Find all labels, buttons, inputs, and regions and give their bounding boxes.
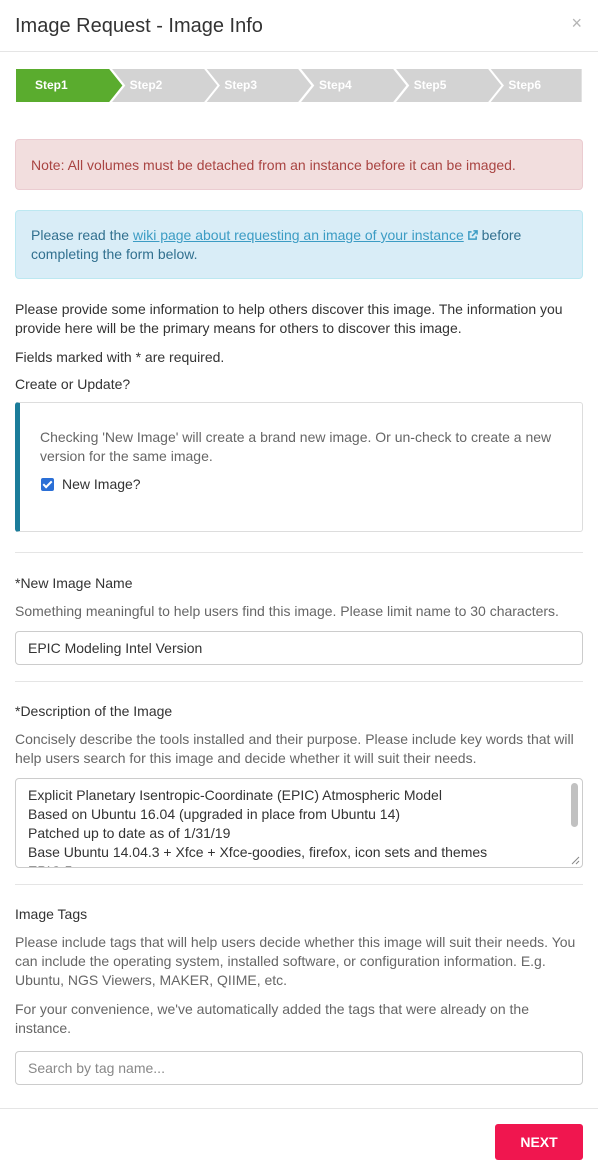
description-line: Based on Ubuntu 16.04 (upgraded in place… bbox=[28, 806, 401, 822]
external-link-icon bbox=[467, 230, 478, 240]
image-name-help: Something meaningful to help users find … bbox=[15, 603, 559, 619]
wizard-step-label: Step3 bbox=[224, 78, 258, 92]
info-prefix-text: Please read the bbox=[31, 227, 133, 243]
wizard-step-1[interactable]: Step1 bbox=[14, 67, 125, 104]
volumes-warning-text: Note: All volumes must be detached from … bbox=[31, 157, 516, 173]
description-line: Base Ubuntu 14.04.3 + Xfce + Xfce-goodie… bbox=[28, 844, 488, 860]
textarea-scrollbar[interactable] bbox=[571, 783, 578, 827]
wizard-step-label: Step6 bbox=[508, 78, 542, 92]
resize-handle-icon[interactable] bbox=[571, 856, 580, 865]
description-textarea[interactable]: Explicit Planetary Isentropic-Coordinate… bbox=[15, 778, 583, 868]
description-line: EPIC 5 bbox=[28, 862, 570, 867]
new-image-checkbox-row[interactable]: New Image? bbox=[40, 476, 562, 492]
new-image-checkbox[interactable] bbox=[41, 477, 54, 491]
image-name-input[interactable] bbox=[15, 631, 583, 665]
modal-footer-divider bbox=[0, 1108, 598, 1109]
close-icon[interactable]: × bbox=[571, 13, 582, 33]
wizard-step-label: Step5 bbox=[413, 78, 447, 92]
volumes-warning-alert: Note: All volumes must be detached from … bbox=[15, 139, 583, 190]
create-update-label: Create or Update? bbox=[15, 376, 131, 392]
wiki-page-link[interactable]: wiki page about requesting an image of y… bbox=[133, 227, 478, 243]
description-help: Concisely describe the tools installed a… bbox=[15, 731, 574, 766]
section-divider bbox=[15, 884, 583, 885]
image-name-label: *New Image Name bbox=[15, 575, 133, 591]
auto-tags-note: For your convenience, we've automaticall… bbox=[15, 1001, 529, 1036]
section-divider bbox=[15, 681, 583, 682]
wizard-step-label: Step2 bbox=[129, 78, 163, 92]
intro-paragraph: Please provide some information to help … bbox=[15, 301, 563, 336]
image-tags-help: Please include tags that will help users… bbox=[15, 934, 576, 988]
wizard-step-label: Step1 bbox=[35, 78, 68, 92]
wizard-step-label: Step4 bbox=[319, 78, 352, 92]
new-image-checkbox-label[interactable]: New Image? bbox=[62, 476, 141, 492]
description-label: *Description of the Image bbox=[15, 703, 173, 719]
wizard-steps: Step1 Step2 Step3 Step4 Step5 Step6 bbox=[14, 67, 585, 104]
wiki-info-alert: Please read the wiki page about requesti… bbox=[15, 210, 583, 279]
description-text[interactable]: Explicit Planetary Isentropic-Coordinate… bbox=[16, 779, 582, 867]
image-tags-label: Image Tags bbox=[15, 906, 88, 922]
description-line: Patched up to date as of 1/31/19 bbox=[28, 825, 231, 841]
required-fields-note: Fields marked with * are required. bbox=[15, 349, 225, 365]
wiki-link-label[interactable]: wiki page about requesting an image of y… bbox=[133, 227, 464, 243]
tag-search-input[interactable] bbox=[15, 1051, 583, 1085]
modal-title: Image Request - Image Info bbox=[15, 15, 263, 37]
create-update-help: Checking 'New Image' will create a brand… bbox=[40, 429, 552, 464]
next-button[interactable]: NEXT bbox=[495, 1124, 583, 1160]
description-line: Explicit Planetary Isentropic-Coordinate… bbox=[28, 787, 442, 803]
modal-header: Image Request - Image Info × bbox=[0, 0, 598, 52]
create-update-callout: Checking 'New Image' will create a brand… bbox=[15, 402, 583, 532]
section-divider bbox=[15, 552, 583, 553]
